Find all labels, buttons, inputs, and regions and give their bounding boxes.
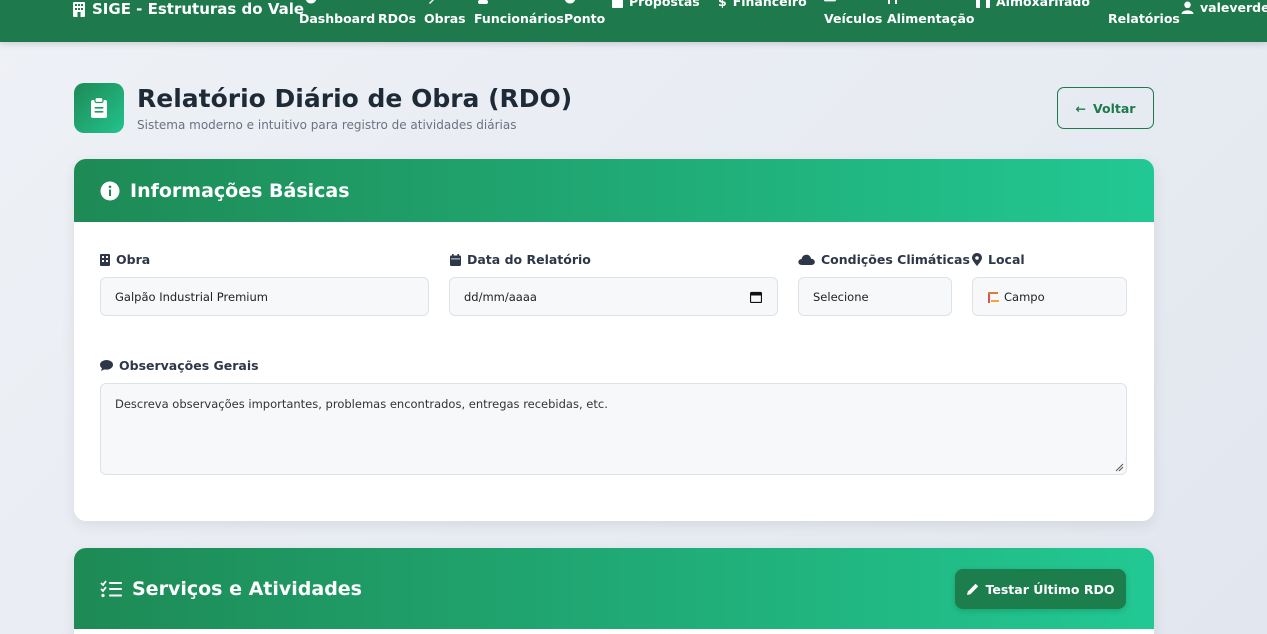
user-icon — [478, 0, 488, 4]
nav-propostas[interactable]: Propostas — [612, 0, 700, 9]
basic-info-header: Informações Básicas — [74, 159, 1154, 222]
clock-icon — [564, 0, 576, 4]
nav-almoxarifado[interactable]: Almoxarifado — [976, 0, 1090, 9]
user-icon — [1181, 1, 1194, 14]
warehouse-icon — [976, 0, 990, 8]
data-label-text: Data do Relatório — [467, 252, 591, 267]
dollar-icon: $ — [718, 0, 727, 9]
nav-dashboard-label: Dashboard — [299, 11, 376, 26]
clima-select[interactable]: Selecione — [798, 277, 952, 316]
obra-label: Obra — [100, 252, 150, 267]
comment-icon — [100, 360, 113, 371]
services-header: Serviços e Atividades Testar Último RDO — [74, 548, 1154, 629]
obra-label-text: Obra — [116, 252, 151, 267]
obra-value: Galpão Industrial Premium — [115, 289, 268, 304]
obra-select[interactable]: Galpão Industrial Premium — [100, 277, 429, 316]
arrow-left-icon: ← — [1075, 100, 1087, 116]
obs-textarea[interactable]: Descreva observações importantes, proble… — [100, 383, 1127, 475]
nav-alimentacao-label: Alimentação — [887, 11, 975, 26]
test-last-rdo-button[interactable]: Testar Último RDO — [955, 569, 1126, 609]
nav-propostas-label: Propostas — [629, 0, 700, 9]
local-value: Campo — [1004, 289, 1045, 304]
user-name: valeverde — [1200, 0, 1267, 15]
clima-label: Condições Climáticas — [798, 252, 970, 267]
date-input[interactable]: dd/mm/aaaa — [449, 277, 778, 316]
resize-handle-icon[interactable] — [1114, 462, 1124, 472]
top-navbar: SIGE - Estruturas do Vale Dashboard RDOs… — [0, 0, 1267, 42]
map-pin-icon — [972, 253, 982, 266]
nav-funcionarios-label: Funcionários — [474, 11, 564, 26]
local-label-text: Local — [988, 252, 1025, 267]
nav-financeiro-label: Financeiro — [732, 0, 807, 9]
chart-icon — [1108, 0, 1120, 4]
obs-label: Observações Gerais — [100, 358, 259, 373]
nav-veiculos-label: Veículos — [824, 11, 883, 26]
local-label: Local — [972, 252, 1025, 267]
test-last-rdo-label: Testar Último RDO — [985, 581, 1115, 597]
services-title: Serviços e Atividades — [132, 577, 362, 600]
basic-info-title: Informações Básicas — [130, 179, 350, 202]
cloud-icon — [798, 254, 815, 265]
date-value: dd/mm/aaaa — [464, 289, 537, 304]
nav-almoxarifado-label: Almoxarifado — [996, 0, 1090, 9]
pencil-icon — [966, 583, 978, 595]
data-label: Data do Relatório — [450, 252, 591, 267]
basic-info-card: Informações Básicas Obra Galpão Industri… — [74, 159, 1154, 521]
gauge-icon — [305, 0, 317, 4]
wrench-icon — [429, 0, 434, 4]
brand-name: SIGE - Estruturas do Vale — [92, 0, 305, 18]
page-subtitle: Sistema moderno e intuitivo para registr… — [137, 118, 517, 132]
list-check-icon — [100, 579, 122, 597]
nav-financeiro[interactable]: $ Financeiro — [718, 0, 807, 9]
calendar-picker-icon[interactable] — [750, 291, 762, 303]
back-button-label: Voltar — [1093, 100, 1136, 116]
services-card: Serviços e Atividades Testar Último RDO — [74, 548, 1154, 634]
obs-placeholder: Descreva observações importantes, proble… — [115, 397, 608, 411]
nav-ponto-label: Ponto — [564, 11, 606, 26]
building-icon — [73, 1, 85, 17]
brand[interactable]: SIGE - Estruturas do Vale — [72, 0, 304, 20]
truck-icon — [824, 0, 836, 2]
info-icon — [100, 181, 120, 200]
nav-rdos-label: RDOs — [378, 11, 417, 26]
back-button[interactable]: ← Voltar — [1057, 87, 1154, 129]
clipboard-icon — [74, 83, 124, 133]
user-menu[interactable]: valeverde ▾ — [1181, 0, 1267, 15]
local-select[interactable]: Campo — [972, 277, 1127, 316]
clima-value: Selecione — [813, 289, 869, 304]
page-title: Relatório Diário de Obra (RDO) — [137, 84, 573, 113]
clima-label-text: Condições Climáticas — [821, 252, 970, 267]
nav-relatorios-label: Relatórios — [1108, 11, 1180, 26]
nav-obras-label: Obras — [424, 11, 466, 26]
utensils-icon — [888, 0, 897, 4]
building-icon — [100, 253, 110, 266]
calendar-icon — [450, 253, 461, 266]
construction-icon — [988, 291, 999, 303]
obs-label-text: Observações Gerais — [119, 358, 259, 373]
file-icon — [612, 0, 623, 8]
